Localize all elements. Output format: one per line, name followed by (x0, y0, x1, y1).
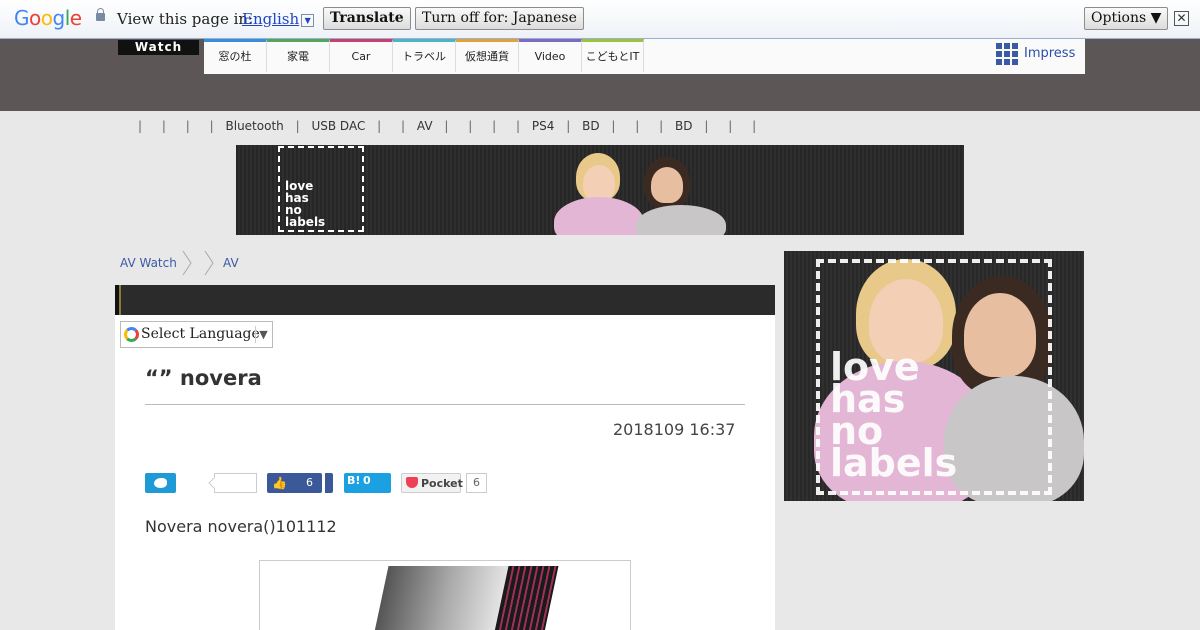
dropdown-arrow-icon: ▼ (255, 326, 271, 343)
nav-separator: | (209, 119, 214, 133)
article-title: “” novera (145, 366, 262, 390)
facebook-count: 6 (306, 476, 313, 489)
watch-logo[interactable]: Watch (118, 40, 199, 55)
translate-bar: Google View this page in: English ▼ Trans… (0, 0, 1200, 39)
google-logo: Google (14, 6, 82, 30)
impress-link[interactable]: Impress (1024, 46, 1075, 61)
pocket-count: 6 (466, 473, 487, 493)
nav-item-av[interactable]: AV (417, 119, 433, 133)
tab-label: Video (534, 50, 566, 63)
article-photo[interactable] (259, 560, 631, 630)
sub-navigation: | | | | Bluetooth | USB DAC | | AV | | |… (130, 119, 764, 133)
tab-madonomori[interactable]: 窓の杜 (204, 39, 267, 72)
nav-separator: | (185, 119, 190, 133)
child-face-shape (583, 165, 615, 201)
site-header: Watch 窓の杜 家電 Car トラベル 仮想通貨 Video こどもとIT … (0, 39, 1200, 111)
article-date: 2018109 16:37 (613, 420, 736, 439)
google-g-icon (124, 327, 139, 342)
tab-kodomo-it[interactable]: こどもとIT (582, 39, 644, 72)
lock-icon (96, 8, 105, 21)
share-count-box (214, 473, 257, 493)
tab-label: 窓の杜 (218, 50, 252, 63)
facebook-like-button[interactable]: 👍 6 (267, 473, 322, 493)
turn-off-button[interactable]: Turn off for: Japanese (415, 7, 584, 30)
nav-separator: | (752, 119, 757, 133)
side-banner-ad[interactable]: love has no labels (784, 251, 1084, 501)
nav-separator: | (444, 119, 449, 133)
banner-ad[interactable]: love has no labels (236, 145, 964, 235)
hatena-bookmark-button[interactable]: B! 0 (344, 473, 391, 493)
select-language-label: Select Language (141, 326, 260, 342)
logo-line: labels (285, 215, 326, 229)
tab-label: 仮想通貨 (465, 50, 509, 63)
love-has-no-labels-logo: love has no labels (816, 259, 1052, 495)
translate-prompt: View this page in: (117, 10, 254, 28)
nav-item-ps4[interactable]: PS4 (532, 119, 555, 133)
tab-crypto[interactable]: 仮想通貨 (456, 39, 519, 72)
pocket-button[interactable]: Pocket (401, 473, 463, 493)
category-tabs: 窓の杜 家電 Car トラベル 仮想通貨 Video こどもとIT Impres… (204, 39, 1085, 74)
pocket-label: Pocket (421, 477, 463, 490)
nav-separator: | (728, 119, 733, 133)
breadcrumb-item-av[interactable]: AV (223, 256, 239, 270)
nav-separator: | (659, 119, 664, 133)
tab-label: こどもとIT (585, 50, 640, 63)
love-has-no-labels-logo: love has no labels (278, 146, 364, 232)
child-face-shape (651, 167, 683, 203)
close-icon[interactable]: ✕ (1174, 11, 1189, 26)
pocket-icon (406, 477, 418, 488)
tab-car[interactable]: Car (330, 39, 393, 72)
hatena-count: 0 (363, 474, 371, 487)
nav-separator: | (161, 119, 166, 133)
nav-separator: | (492, 119, 497, 133)
article-text: Novera novera()101112 (145, 517, 337, 536)
language-link[interactable]: English (242, 10, 299, 28)
grid-menu-icon[interactable] (996, 43, 1018, 65)
nav-item-usb-dac[interactable]: USB DAC (311, 119, 365, 133)
breadcrumb-item-home[interactable]: AV Watch (120, 256, 177, 270)
nav-separator: | (635, 119, 640, 133)
tab-travel[interactable]: トラベル (393, 39, 456, 72)
hatena-label: B! (347, 474, 361, 487)
nav-separator: | (516, 119, 521, 133)
nav-separator: | (295, 119, 300, 133)
language-select[interactable]: English ▼ (242, 10, 315, 28)
translate-button[interactable]: Translate (323, 7, 411, 30)
nav-separator: | (611, 119, 616, 133)
nav-separator: | (401, 119, 406, 133)
thumbs-up-icon: 👍 (272, 476, 287, 490)
twitter-share-button[interactable] (145, 473, 176, 493)
article-header-bar (115, 285, 775, 315)
logo-line: labels (830, 441, 958, 485)
nav-item-bd-2[interactable]: BD (675, 119, 692, 133)
select-language-dropdown[interactable]: Select Language ▼ (120, 321, 273, 348)
facebook-share-edge[interactable] (325, 473, 333, 493)
nav-separator: | (566, 119, 571, 133)
chevron-right-icon (182, 250, 192, 276)
tab-label: トラベル (402, 50, 446, 63)
nav-item-bd[interactable]: BD (582, 119, 599, 133)
tab-label: Car (351, 50, 371, 63)
options-button[interactable]: Options ▼ (1084, 7, 1169, 30)
chevron-right-icon (204, 250, 214, 276)
tab-video[interactable]: Video (519, 39, 582, 72)
nav-separator: | (377, 119, 382, 133)
dropdown-arrow-icon[interactable]: ▼ (301, 14, 315, 27)
title-divider (145, 404, 745, 405)
tab-label: 家電 (287, 50, 309, 63)
nav-item-bluetooth[interactable]: Bluetooth (226, 119, 284, 133)
nav-separator: | (138, 119, 143, 133)
nav-separator: | (468, 119, 473, 133)
tab-kaden[interactable]: 家電 (267, 39, 330, 72)
nav-separator: | (704, 119, 709, 133)
